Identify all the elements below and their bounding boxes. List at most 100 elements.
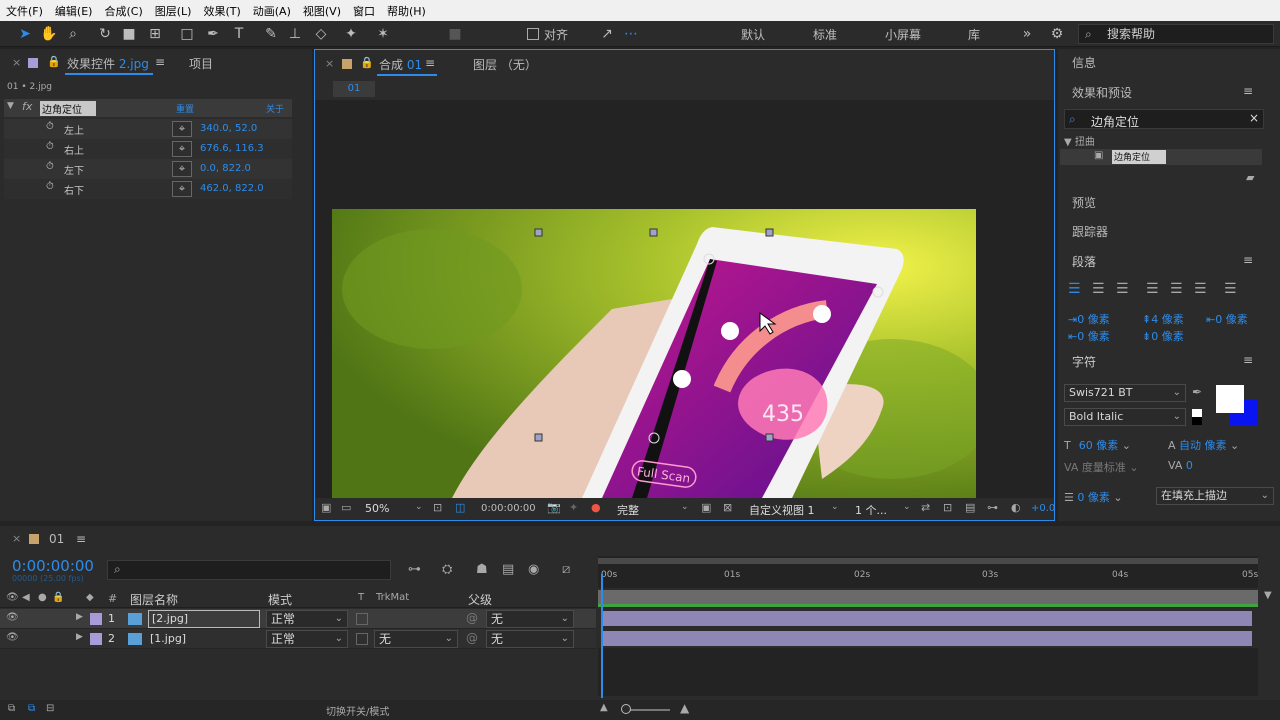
expand-triangle-icon[interactable]: ▶ xyxy=(76,632,83,642)
menu-composition[interactable]: 合成(C) xyxy=(104,3,142,19)
kerning-field[interactable]: VA 度量标准 ⌄ xyxy=(1064,459,1139,475)
justify-center-icon[interactable]: ☰ xyxy=(1170,281,1183,297)
visibility-eye-icon[interactable]: 👁 xyxy=(6,612,19,623)
align-right-icon[interactable]: ☰ xyxy=(1116,281,1129,297)
font-size-field[interactable]: T 60 像素 ⌄ xyxy=(1064,437,1131,453)
new-preset-icon[interactable]: ▰ xyxy=(1246,171,1254,184)
expand-triangle-icon[interactable]: ▼ xyxy=(7,101,14,111)
layer-row[interactable]: 👁 ▶ 2 [1.jpg] 正常 ⌄ 无 ⌄ @ 无 ⌄ xyxy=(0,629,596,649)
effects-presets-header[interactable]: 效果和预设 xyxy=(1072,84,1132,101)
expand-triangle-icon[interactable]: ▶ xyxy=(76,612,83,622)
snap-target-icon[interactable]: ⋯ xyxy=(622,25,640,43)
stopwatch-icon[interactable]: ⏱ xyxy=(46,121,54,132)
lock-icon[interactable]: 🔒 xyxy=(47,55,61,68)
fx-toggle[interactable]: fx xyxy=(22,100,32,113)
space-after-value[interactable]: ⇟0 像素 xyxy=(1142,328,1184,344)
indent-left-value[interactable]: ⇥0 像素 xyxy=(1068,311,1110,327)
param-value[interactable]: 0.0, 822.0 xyxy=(200,163,251,174)
layer-row[interactable]: 👁 ▶ 1 [2.jpg] 正常 ⌄ @ 无 ⌄ xyxy=(0,609,596,629)
align-left-icon[interactable]: ☰ xyxy=(1068,281,1081,297)
pan-behind-tool-icon[interactable]: ⊞ xyxy=(146,25,164,43)
parent-select[interactable]: 无 ⌄ xyxy=(486,610,574,628)
workspace-standard[interactable]: 标准 xyxy=(813,26,837,43)
close-tab-icon[interactable]: × xyxy=(12,56,21,69)
layer-search-input[interactable]: ⌕ xyxy=(107,560,391,580)
close-tab-icon[interactable]: × xyxy=(325,57,334,70)
layer-name[interactable]: [1.jpg] xyxy=(150,632,186,645)
view-value[interactable]: 自定义视图 1 xyxy=(749,502,815,518)
clone-tool-icon[interactable]: ⊥ xyxy=(286,25,304,43)
parent-select[interactable]: 无 ⌄ xyxy=(486,630,574,648)
blend-mode-select[interactable]: 正常 ⌄ xyxy=(266,630,348,648)
comp-mini-flowchart-icon[interactable]: ⊶ xyxy=(408,562,421,577)
preview-header[interactable]: 预览 xyxy=(1072,194,1096,211)
crosshair-target-icon[interactable]: ⌖ xyxy=(172,141,192,157)
justify-right-icon[interactable]: ☰ xyxy=(1194,281,1207,297)
toggle-view-icon[interactable]: ⇄ xyxy=(921,501,930,514)
views-count[interactable]: 1 个... xyxy=(855,502,887,518)
zoom-slider-thumb[interactable] xyxy=(621,704,631,714)
workspace-menu-icon[interactable]: ⚙ xyxy=(1048,25,1066,43)
snap-checkbox[interactable] xyxy=(527,28,539,40)
panel-menu-icon[interactable]: ≡ xyxy=(155,55,165,69)
hand-tool-icon[interactable]: ✋ xyxy=(40,25,58,43)
brush-tool-icon[interactable]: ✎ xyxy=(262,25,280,43)
close-tab-icon[interactable]: × xyxy=(12,532,21,545)
resolution-value[interactable]: 完整 xyxy=(617,502,639,518)
current-timecode[interactable]: 0:00:00:00 xyxy=(481,503,536,514)
toggle-switches-modes[interactable]: 切换开关/模式 xyxy=(326,703,389,718)
chevron-down-icon[interactable]: ⌄ xyxy=(681,502,689,512)
menu-edit[interactable]: 编辑(E) xyxy=(55,3,93,19)
menu-animation[interactable]: 动画(A) xyxy=(253,3,291,19)
effect-result-row[interactable]: ▣ 边角定位 xyxy=(1060,149,1262,165)
zoom-tool-icon[interactable]: ⌕ xyxy=(64,25,82,43)
text-tool-icon[interactable]: T xyxy=(230,25,248,43)
comp-subtab[interactable]: 01 xyxy=(333,81,375,97)
rotate-tool-icon[interactable]: ↻ xyxy=(96,25,114,43)
blend-mode-select[interactable]: 正常 ⌄ xyxy=(266,610,348,628)
chevron-down-icon[interactable]: ⌄ xyxy=(831,502,839,512)
pickwhip-icon[interactable]: @ xyxy=(466,631,478,645)
selection-tool-icon[interactable]: ➤ xyxy=(16,25,34,43)
time-ruler[interactable]: 00s 01s 02s 03s 04s 05s xyxy=(598,556,1258,588)
mask-visibility-icon[interactable]: ◫ xyxy=(455,501,465,514)
character-header[interactable]: 字符 xyxy=(1072,353,1096,370)
camera-tool-icon[interactable]: ■ xyxy=(120,25,138,43)
white-swatch[interactable] xyxy=(1192,409,1202,417)
trkmat-select[interactable]: 无 ⌄ xyxy=(374,630,458,648)
monitor-icon[interactable]: ▭ xyxy=(341,501,351,514)
panel-menu-icon[interactable]: ≡ xyxy=(425,56,435,70)
zoom-slider-track[interactable] xyxy=(628,709,670,711)
menu-effect[interactable]: 效果(T) xyxy=(203,3,240,19)
eraser-tool-icon[interactable]: ◇ xyxy=(312,25,330,43)
layer-label-color[interactable] xyxy=(90,633,102,645)
reset-exposure-icon[interactable]: ⊡ xyxy=(943,501,952,514)
panel-menu-icon[interactable]: ≡ xyxy=(1243,253,1253,267)
chevron-down-icon[interactable]: ⌄ xyxy=(903,502,911,512)
motion-blur-icon[interactable]: ◉ xyxy=(528,562,539,577)
zoom-value[interactable]: 50% xyxy=(365,502,389,515)
tracking-field[interactable]: VA 0 xyxy=(1168,459,1193,472)
font-family-select[interactable]: Swis721 BT ⌄ xyxy=(1064,384,1186,402)
justify-left-icon[interactable]: ☰ xyxy=(1146,281,1159,297)
layer-duration-bar[interactable] xyxy=(602,611,1252,626)
stopwatch-icon[interactable]: ⏱ xyxy=(46,181,54,192)
stopwatch-icon[interactable]: ⏱ xyxy=(46,161,54,172)
help-search-input[interactable]: ⌕ 搜索帮助 xyxy=(1078,24,1274,44)
graph-editor-icon[interactable]: ⧄ xyxy=(562,562,570,577)
effects-search-input[interactable]: ⌕ 边角定位 × xyxy=(1064,109,1264,129)
work-area-bar[interactable] xyxy=(598,558,1258,564)
pickwhip-icon[interactable]: @ xyxy=(466,611,478,625)
comp-duration-bar[interactable] xyxy=(598,590,1258,604)
space-before-value[interactable]: ⇞4 像素 xyxy=(1142,311,1184,327)
comp-viewer-image[interactable]: 435 Full Scan xyxy=(332,209,976,498)
workspace-small-screen[interactable]: 小屏幕 xyxy=(885,26,921,43)
project-tab[interactable]: 项目 xyxy=(189,55,213,72)
crosshair-target-icon[interactable]: ⌖ xyxy=(172,121,192,137)
menu-help[interactable]: 帮助(H) xyxy=(387,3,426,19)
more-workspaces-icon[interactable]: » xyxy=(1018,25,1036,43)
playhead[interactable] xyxy=(601,574,603,698)
preserve-transparency-checkbox[interactable] xyxy=(356,613,368,625)
exposure-value[interactable]: +0.0 xyxy=(1031,503,1055,514)
menu-window[interactable]: 窗口 xyxy=(353,3,375,19)
